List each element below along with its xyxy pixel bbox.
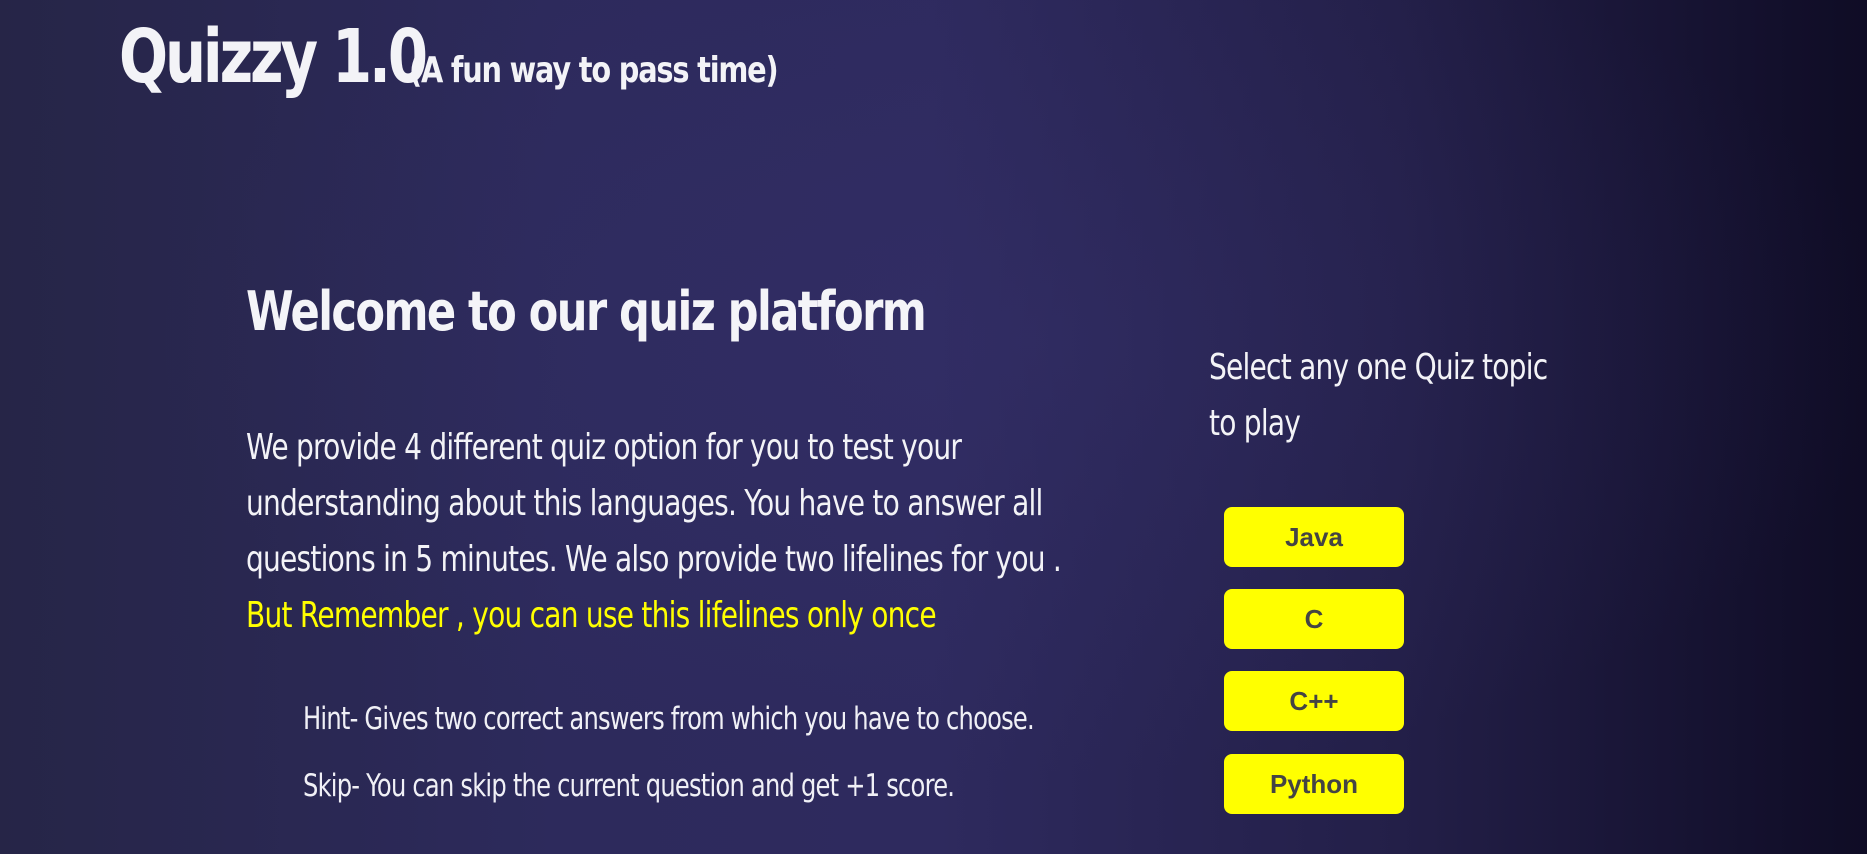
intro-paragraph: We provide 4 different quiz option for y… bbox=[246, 420, 1062, 644]
lifeline-skip: Skip- You can skip the current question … bbox=[303, 768, 955, 804]
intro-line: We provide 4 different quiz option for y… bbox=[246, 427, 962, 468]
java-quiz-button[interactable]: Java bbox=[1224, 507, 1404, 567]
lifeline-hint: Hint- Gives two correct answers from whi… bbox=[303, 701, 1035, 737]
intro-line: questions in 5 minutes. We also provide … bbox=[246, 539, 1062, 580]
welcome-heading: Welcome to our quiz platform bbox=[246, 280, 927, 343]
lifeline-warning: But Remember , you can use this lifeline… bbox=[246, 595, 937, 636]
topic-prompt-line: Select any one Quiz topic bbox=[1209, 347, 1548, 388]
topic-prompt: Select any one Quiz topic to play bbox=[1209, 340, 1548, 452]
topic-prompt-line: to play bbox=[1209, 403, 1301, 444]
lifeline-list: Hint- Gives two correct answers from whi… bbox=[303, 696, 1035, 830]
brand: Quizzy 1.0 (A fun way to pass time) bbox=[119, 14, 870, 100]
c-quiz-button[interactable]: C bbox=[1224, 589, 1404, 649]
app-tagline: (A fun way to pass time) bbox=[409, 50, 779, 91]
python-quiz-button[interactable]: Python bbox=[1224, 754, 1404, 814]
intro-line: understanding about this languages. You … bbox=[246, 483, 1043, 524]
app-title: Quizzy 1.0 bbox=[119, 14, 428, 100]
cpp-quiz-button[interactable]: C++ bbox=[1224, 671, 1404, 731]
